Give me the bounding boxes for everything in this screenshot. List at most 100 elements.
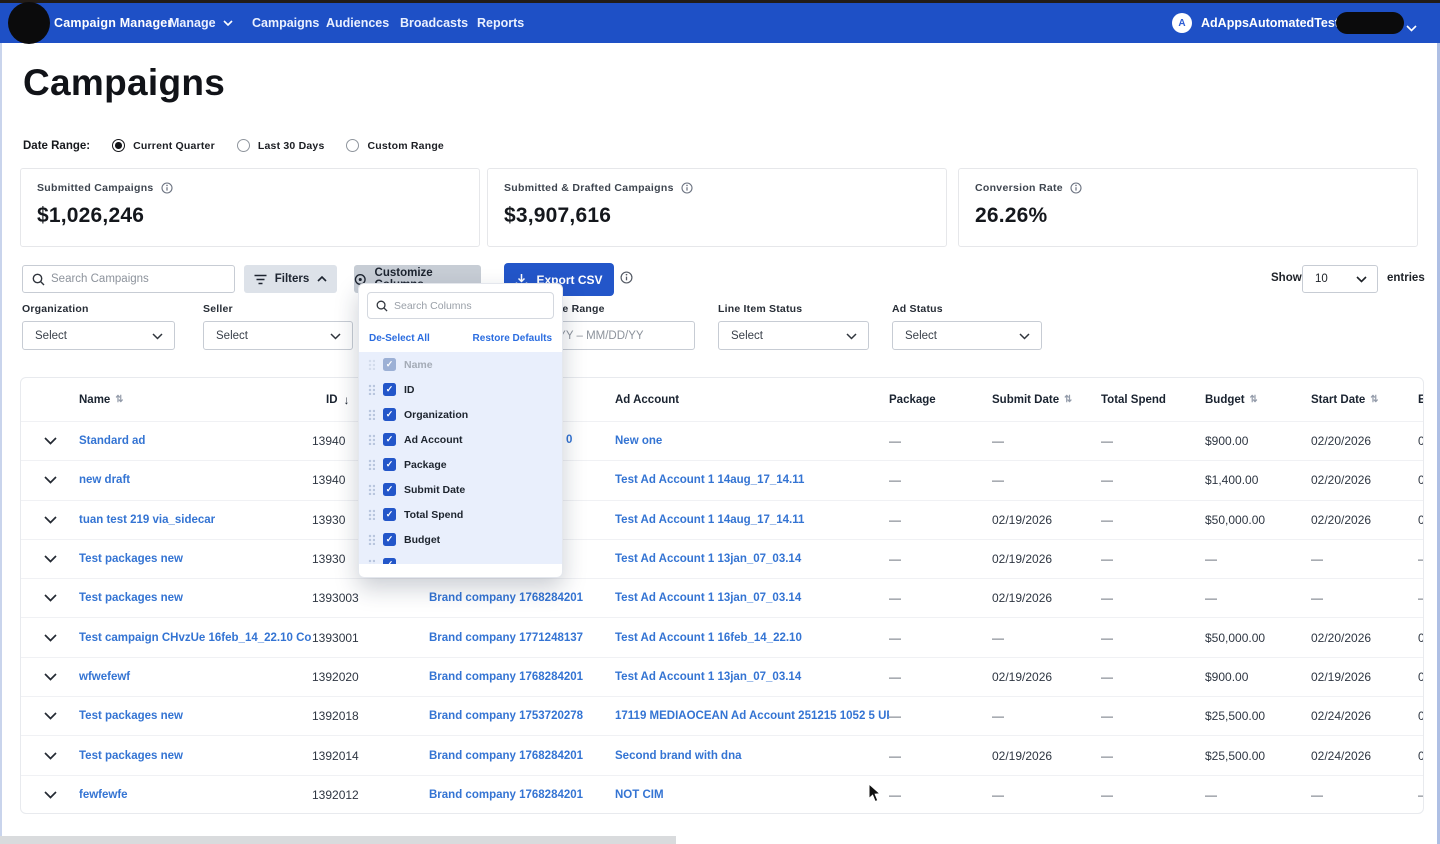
restore-defaults-link[interactable]: Restore Defaults: [473, 333, 552, 344]
checkbox-checked-icon[interactable]: ✓: [383, 433, 396, 446]
ad-account-link[interactable]: Test Ad Account 1 14aug_17_14.11: [615, 514, 889, 526]
sort-icon[interactable]: ⇅: [115, 394, 123, 405]
row-expander[interactable]: [21, 437, 79, 445]
row-expander[interactable]: [21, 555, 79, 563]
row-expander[interactable]: [21, 476, 79, 484]
ad-account-link[interactable]: Test Ad Account 1 13jan_07_03.14: [615, 671, 889, 683]
column-list-item[interactable]: ✓: [359, 552, 562, 564]
sort-icon[interactable]: ⇅: [1064, 394, 1072, 405]
budget-cell: $50,000.00: [1205, 631, 1311, 645]
row-expander[interactable]: [21, 752, 79, 760]
drag-handle-icon[interactable]: [368, 534, 375, 545]
campaign-name-link[interactable]: Test packages new: [79, 710, 312, 722]
ad-account-link[interactable]: Test Ad Account 1 16feb_14_22.10: [615, 632, 889, 644]
column-list-item[interactable]: ✓ ID: [359, 377, 562, 402]
column-list-item[interactable]: ✓ Name: [359, 352, 562, 377]
account-chevron-down-icon[interactable]: [1406, 19, 1417, 37]
line-item-status-select[interactable]: Select: [718, 321, 869, 350]
column-list-item[interactable]: ✓ Organization: [359, 402, 562, 427]
checkbox-checked-icon[interactable]: ✓: [383, 508, 396, 521]
nav-item-manage[interactable]: Manage: [169, 16, 233, 30]
search-columns-input[interactable]: [394, 294, 552, 317]
checkbox-checked-icon[interactable]: ✓: [383, 383, 396, 396]
campaign-name-link[interactable]: Test campaign CHvzUe 16feb_14_22.10 Copy: [79, 632, 312, 644]
header-submit-date[interactable]: Submit Date⇅: [992, 394, 1101, 406]
column-list-item[interactable]: ✓ Total Spend: [359, 502, 562, 527]
organization-link[interactable]: Brand company 1768284201: [429, 592, 615, 604]
stat-value: $3,907,616: [504, 204, 611, 228]
radio-icon[interactable]: [237, 139, 250, 152]
nav-item-reports[interactable]: Reports: [477, 16, 524, 30]
ad-status-select[interactable]: Select: [892, 321, 1042, 350]
chevron-down-icon: [152, 333, 163, 340]
sort-desc-icon[interactable]: ↓: [344, 393, 350, 407]
organization-link[interactable]: Brand company 1768284201: [429, 789, 615, 801]
campaign-name-link[interactable]: Test packages new: [79, 592, 312, 604]
column-list-item[interactable]: ✓ Package: [359, 452, 562, 477]
header-budget[interactable]: Budget⇅: [1205, 394, 1311, 406]
ad-account-link[interactable]: Test Ad Account 1 13jan_07_03.14: [615, 553, 889, 565]
drag-handle-icon[interactable]: [368, 409, 375, 420]
radio-icon[interactable]: [346, 139, 359, 152]
checkbox-checked-icon[interactable]: ✓: [383, 458, 396, 471]
organization-link[interactable]: Brand company 1753720278: [429, 710, 615, 722]
drag-handle-icon[interactable]: [368, 434, 375, 445]
radio-last-30-days[interactable]: Last 30 Days: [237, 139, 325, 152]
row-expander[interactable]: [21, 594, 79, 602]
radio-icon[interactable]: [112, 139, 125, 152]
column-list-item[interactable]: ✓ Budget: [359, 527, 562, 552]
header-name[interactable]: Name⇅: [79, 394, 312, 406]
nav-item-broadcasts[interactable]: Broadcasts: [400, 16, 468, 30]
ad-account-link[interactable]: Test Ad Account 1 14aug_17_14.11: [615, 474, 889, 486]
total-spend-cell: —: [1101, 591, 1205, 605]
ad-account-link[interactable]: New one: [615, 435, 889, 447]
checkbox-checked-icon[interactable]: ✓: [383, 558, 396, 564]
campaign-name-link[interactable]: Test packages new: [79, 750, 312, 762]
sort-icon[interactable]: ⇅: [1250, 394, 1258, 405]
ad-account-link[interactable]: 17119 MEDIAOCEAN Ad Account 251215 1052 …: [615, 710, 889, 722]
organization-link[interactable]: Brand company 1768284201: [429, 671, 615, 683]
campaign-name-link[interactable]: wfwefewf: [79, 671, 312, 683]
campaign-name-link[interactable]: Test packages new: [79, 553, 312, 565]
drag-handle-icon[interactable]: [368, 484, 375, 495]
row-expander[interactable]: [21, 712, 79, 720]
column-list-item[interactable]: ✓ Submit Date: [359, 477, 562, 502]
ad-account-link[interactable]: Test Ad Account 1 13jan_07_03.14: [615, 592, 889, 604]
row-expander[interactable]: [21, 516, 79, 524]
drag-handle-icon[interactable]: [368, 459, 375, 470]
organization-select[interactable]: Select: [22, 321, 175, 350]
radio-current-quarter[interactable]: Current Quarter: [112, 139, 215, 152]
row-expander[interactable]: [21, 791, 79, 799]
header-start-date[interactable]: Start Date⇅: [1311, 394, 1418, 406]
column-list-item[interactable]: ✓ Ad Account: [359, 427, 562, 452]
checkbox-checked-icon[interactable]: ✓: [383, 358, 396, 371]
seller-select[interactable]: Select: [203, 321, 353, 350]
ad-account-link[interactable]: Second brand with dna: [615, 750, 889, 762]
ad-account-link[interactable]: NOT CIM: [615, 789, 889, 801]
campaign-name-link[interactable]: tuan test 219 via_sidecar: [79, 514, 312, 526]
checkbox-checked-icon[interactable]: ✓: [383, 408, 396, 421]
radio-custom-range[interactable]: Custom Range: [346, 139, 444, 152]
campaign-name-link[interactable]: fewfewfe: [79, 789, 312, 801]
checkbox-checked-icon[interactable]: ✓: [383, 483, 396, 496]
organization-link[interactable]: Brand company 1771248137: [429, 632, 615, 644]
mouse-cursor: [868, 783, 882, 803]
organization-link[interactable]: Brand company 1768284201: [429, 750, 615, 762]
drag-handle-icon[interactable]: [368, 384, 375, 395]
deselect-all-link[interactable]: De-Select All: [369, 333, 430, 344]
search-campaigns-input[interactable]: [51, 267, 231, 291]
campaign-name-link[interactable]: new draft: [79, 474, 312, 486]
drag-handle-icon[interactable]: [368, 509, 375, 520]
row-expander[interactable]: [21, 634, 79, 642]
row-expander[interactable]: [21, 673, 79, 681]
chevron-down-icon: [223, 20, 233, 26]
nav-item-campaigns[interactable]: Campaigns: [252, 16, 319, 30]
drag-handle-icon[interactable]: [368, 559, 375, 564]
campaign-name-link[interactable]: Standard ad: [79, 435, 312, 447]
filters-button[interactable]: Filters: [244, 265, 337, 293]
checkbox-checked-icon[interactable]: ✓: [383, 533, 396, 546]
nav-item-audiences[interactable]: Audiences: [326, 16, 389, 30]
page-size-select[interactable]: 10: [1302, 265, 1378, 293]
sort-icon[interactable]: ⇅: [1370, 394, 1378, 405]
drag-handle-icon[interactable]: [368, 359, 375, 370]
